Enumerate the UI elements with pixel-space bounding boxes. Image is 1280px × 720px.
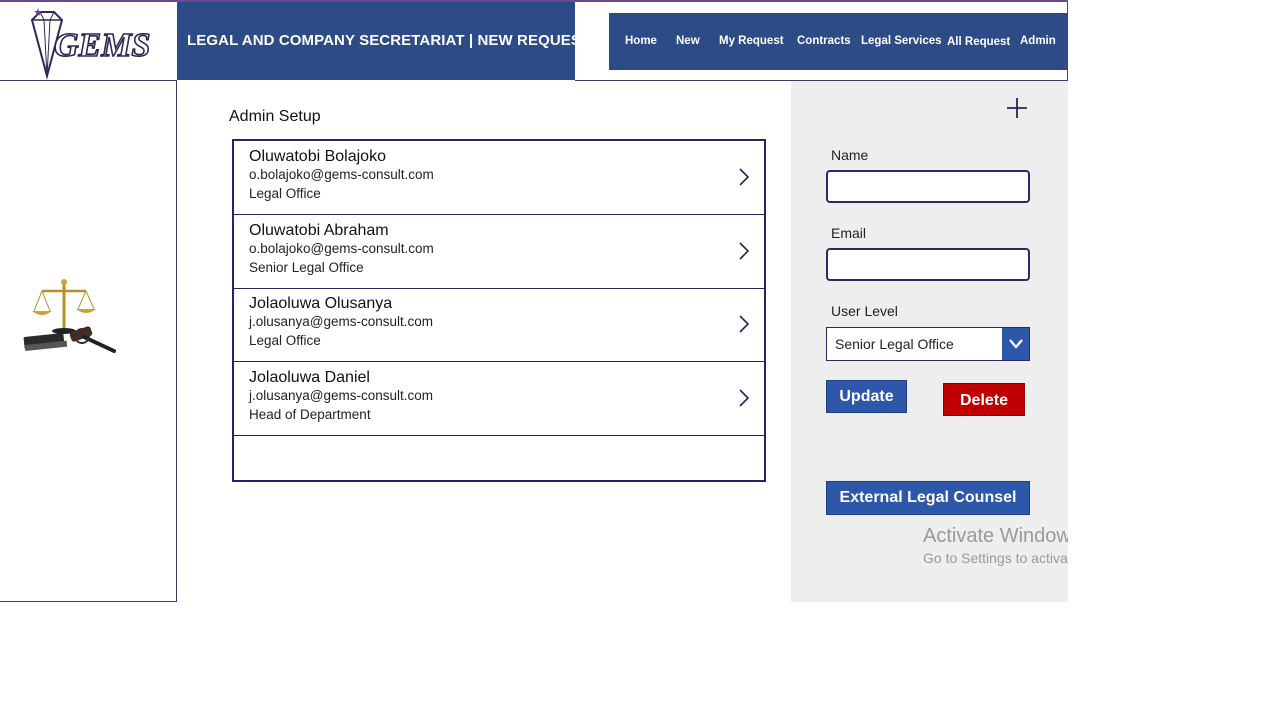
chevron-right-icon[interactable]: [738, 167, 750, 187]
dropdown-button[interactable]: [1002, 328, 1029, 360]
page-title: LEGAL AND COMPANY SECRETARIAT | NEW REQU…: [187, 32, 591, 49]
user-name: Jolaoluwa Olusanya: [249, 295, 393, 312]
activate-windows-watermark: Activate Windows Go to Settings to activ…: [923, 525, 1068, 566]
section-title: Admin Setup: [229, 108, 321, 125]
user-email: j.olusanya@gems-consult.com: [249, 388, 434, 403]
app-window: GEMS LEGAL AND COMPANY SECRETARIAT | NEW…: [0, 0, 1068, 602]
user-level-value: Senior Legal Office: [835, 336, 954, 352]
user-email: j.olusanya@gems-consult.com: [249, 314, 434, 329]
watermark-line1: Activate Windows: [923, 525, 1068, 547]
nav-my-request[interactable]: My Request: [719, 35, 784, 47]
chevron-down-icon: [1009, 339, 1023, 349]
chevron-right-icon[interactable]: [738, 388, 750, 408]
nav-contracts[interactable]: Contracts: [797, 35, 851, 47]
email-field[interactable]: [826, 248, 1030, 281]
top-nav: Home New My Request Contracts Legal Serv…: [609, 13, 1068, 70]
logo-text: GEMS: [54, 27, 150, 64]
user-office: Legal Office: [249, 333, 321, 348]
watermark-line2: Go to Settings to activate Windows.: [923, 550, 1068, 566]
page-title-bar: LEGAL AND COMPANY SECRETARIAT | NEW REQU…: [177, 2, 590, 80]
name-label: Name: [831, 147, 869, 163]
user-list: Oluwatobi Bolajoko o.bolajoko@gems-consu…: [232, 139, 766, 482]
left-sidebar: [0, 81, 177, 602]
user-name: Oluwatobi Abraham: [249, 222, 389, 239]
scales-of-justice-icon: [23, 279, 116, 353]
list-item[interactable]: Jolaoluwa Daniel j.olusanya@gems-consult…: [234, 362, 764, 436]
logo-area: GEMS: [0, 2, 177, 81]
user-email: o.bolajoko@gems-consult.com: [249, 241, 434, 256]
user-level-select[interactable]: Senior Legal Office: [826, 327, 1030, 361]
user-office: Senior Legal Office: [249, 260, 364, 275]
user-name: Oluwatobi Bolajoko: [249, 148, 386, 165]
name-field[interactable]: [826, 170, 1030, 203]
chevron-right-icon[interactable]: [738, 314, 750, 334]
list-item[interactable]: Jolaoluwa Olusanya j.olusanya@gems-consu…: [234, 288, 764, 362]
chevron-right-icon[interactable]: [738, 241, 750, 261]
external-legal-counsel-button[interactable]: External Legal Counsel: [826, 481, 1030, 515]
nav-home[interactable]: Home: [625, 35, 657, 47]
plus-icon[interactable]: [1005, 96, 1029, 120]
nav-new[interactable]: New: [676, 35, 700, 47]
list-item[interactable]: Oluwatobi Bolajoko o.bolajoko@gems-consu…: [234, 141, 764, 215]
email-label: Email: [831, 225, 867, 241]
nav-all-request[interactable]: All Request: [947, 36, 1010, 48]
nav-legal-services[interactable]: Legal Services: [861, 35, 942, 47]
user-email: o.bolajoko@gems-consult.com: [249, 167, 434, 182]
delete-button[interactable]: Delete: [943, 383, 1025, 416]
list-item[interactable]: Oluwatobi Abraham o.bolajoko@gems-consul…: [234, 215, 764, 289]
user-office: Legal Office: [249, 186, 321, 201]
nav-admin[interactable]: Admin: [1020, 35, 1056, 47]
user-level-label: User Level: [831, 303, 898, 319]
user-office: Head of Department: [249, 407, 371, 422]
user-name: Jolaoluwa Daniel: [249, 369, 370, 386]
update-button[interactable]: Update: [826, 380, 907, 413]
gems-logo: GEMS: [30, 8, 151, 80]
